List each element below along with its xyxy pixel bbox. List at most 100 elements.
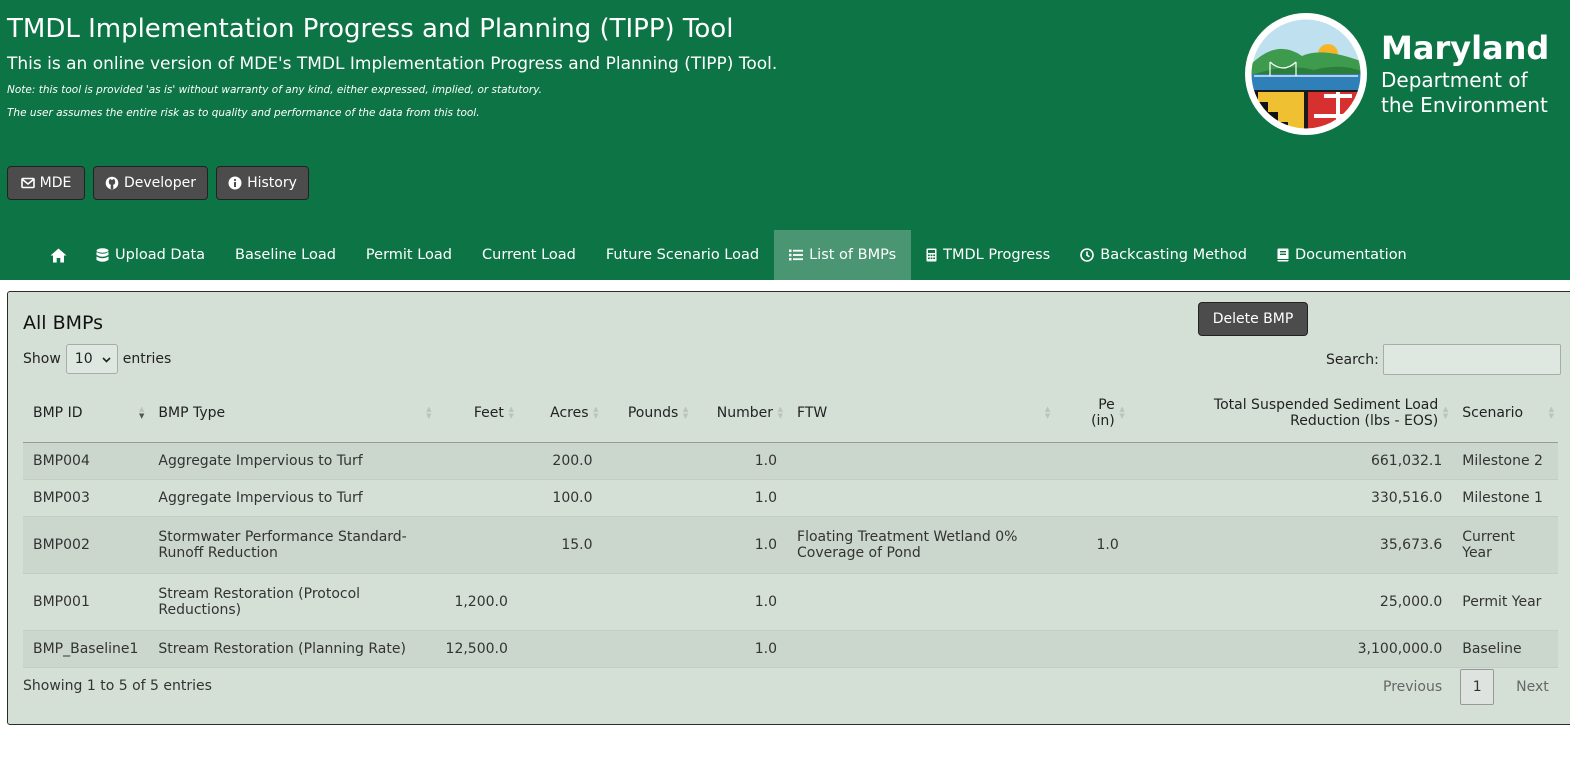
sort-icon: ▲ ▼ — [139, 404, 145, 420]
col-header-label: Feet — [473, 404, 504, 421]
table-row[interactable]: BMP001 Stream Restoration (Protocol Reduc… — [23, 573, 1558, 631]
cell-acres: 100.0 — [517, 479, 603, 517]
cell-line: Permit Year — [1462, 593, 1542, 610]
developer-button[interactable]: Developer — [93, 166, 208, 200]
nav-permit-load[interactable]: Permit Load — [351, 230, 467, 280]
search-input[interactable] — [1382, 344, 1561, 375]
cell-bmp-id: BMP001 — [23, 573, 149, 631]
col-header-label: Number — [716, 404, 774, 421]
nav-current-load[interactable]: Current Load — [467, 230, 591, 280]
cell-bmp-id: BMP004 — [23, 442, 149, 480]
brand-line-1: Maryland — [1381, 29, 1550, 67]
cell-pounds — [602, 573, 693, 631]
nav-current-load-label: Current Load — [482, 247, 576, 263]
entries-label: entries — [122, 351, 172, 367]
app-title: TMDL Implementation Progress and Plannin… — [7, 14, 734, 44]
table-row[interactable]: BMP004 Aggregate Impervious to Turf 200.… — [23, 442, 1558, 480]
nav-upload-data-label: Upload Data — [115, 247, 206, 263]
entries-select-value: 10 — [74, 351, 93, 367]
developer-button-label: Developer — [123, 175, 196, 191]
nav-tmdl-progress[interactable]: TMDL Progress — [911, 230, 1065, 280]
cell-bmp-type: Stream Restoration (Protocol Reductions) — [148, 573, 436, 631]
table-row[interactable]: BMP002 Stormwater Performance Standard- R… — [23, 516, 1558, 574]
panel-title: All BMPs — [23, 312, 104, 334]
bmp-panel: All BMPs Delete BMP Show 10 entries Sear… — [7, 291, 1570, 725]
col-header-feet[interactable]: Feet ▲ ▼ — [435, 384, 518, 443]
entries-select[interactable]: 10 — [65, 344, 118, 374]
mde-logo — [1244, 12, 1368, 136]
nav-upload-data[interactable]: Upload Data — [81, 230, 220, 280]
table-header-row: BMP ID ▲ ▼ BMP Type ▲ ▼ Feet ▲ ▼ Acres ▲ ▼ P… — [23, 384, 1558, 443]
nav-documentation-label: Documentation — [1294, 247, 1407, 263]
col-header-label: FTW — [797, 404, 828, 421]
cell-line: Year — [1462, 544, 1492, 561]
col-header-tss-reduction[interactable]: Total Suspended Sediment Load Reduction … — [1128, 384, 1453, 443]
sort-icon: ▲ ▼ — [1044, 404, 1051, 420]
agency-brand: Maryland Department of the Environment — [1381, 28, 1549, 118]
nav-documentation[interactable]: Documentation — [1262, 230, 1422, 280]
nav-backcasting-method-label: Backcasting Method — [1100, 247, 1247, 263]
cell-bmp-type: Aggregate Impervious to Turf — [148, 479, 436, 517]
database-icon — [96, 247, 109, 263]
nav-home[interactable] — [36, 230, 81, 280]
col-header-pounds[interactable]: Pounds ▲ ▼ — [602, 384, 693, 443]
col-header-number[interactable]: Number ▲ ▼ — [692, 384, 788, 443]
nav-backcasting-method[interactable]: Backcasting Method — [1065, 230, 1262, 280]
brand-line-2: Department of — [1381, 68, 1528, 92]
cell-line: Stream Restoration (Protocol — [158, 585, 361, 602]
brand-line-3: the Environment — [1381, 93, 1548, 117]
nav-baseline-load[interactable]: Baseline Load — [220, 230, 351, 280]
list-icon — [789, 249, 804, 261]
github-icon — [105, 176, 119, 190]
main-nav: Upload Data Baseline Load Permit Load Cu… — [36, 230, 1422, 280]
cell-ftw — [787, 442, 1055, 480]
cell-bmp-id: BMP_Baseline1 — [23, 630, 149, 668]
mde-button[interactable]: MDE — [7, 166, 85, 200]
cell-bmp-type: Stream Restoration (Planning Rate) — [148, 630, 436, 668]
next-button[interactable]: Next — [1506, 679, 1559, 695]
col-header-label: Acres — [550, 404, 589, 421]
col-header-pe[interactable]: Pe (in) ▲ ▼ — [1054, 384, 1129, 443]
cell-pounds — [602, 630, 693, 668]
col-header-scenario[interactable]: Scenario ▲ ▼ — [1452, 384, 1558, 443]
page-1-button[interactable]: 1 — [1460, 669, 1495, 705]
cell-number: 1.0 — [692, 442, 788, 480]
sort-icon: ▲ ▼ — [682, 404, 689, 420]
envelope-icon — [20, 177, 35, 189]
col-header-label-line1: Pe — [1098, 396, 1115, 413]
nav-list-of-bmps[interactable]: List of BMPs — [774, 230, 912, 280]
cell-pe — [1054, 573, 1129, 631]
app-subtitle: This is an online version of MDE's TMDL … — [7, 54, 778, 74]
calculator-icon — [926, 248, 937, 262]
cell-line: Milestone 2 — [1462, 452, 1543, 469]
cell-acres — [517, 630, 603, 668]
history-button[interactable]: History — [216, 166, 309, 200]
entries-length-control: Show 10 entries — [23, 344, 171, 374]
table-row[interactable]: BMP003 Aggregate Impervious to Turf 100.… — [23, 479, 1558, 517]
cell-number: 1.0 — [692, 516, 788, 574]
previous-button[interactable]: Previous — [1373, 679, 1452, 695]
nav-tmdl-progress-label: TMDL Progress — [943, 247, 1051, 263]
col-header-label-line2: Reduction (lbs - EOS) — [1290, 412, 1439, 429]
cell-line: Milestone 1 — [1462, 489, 1543, 506]
cell-number: 1.0 — [692, 630, 788, 668]
col-header-label-line1: Total Suspended Sediment Load — [1213, 396, 1439, 413]
cell-pe — [1054, 630, 1129, 668]
bmp-table: BMP ID ▲ ▼ BMP Type ▲ ▼ Feet ▲ ▼ Acres ▲ ▼ P… — [23, 384, 1558, 668]
sort-icon: ▲ ▼ — [426, 404, 432, 420]
nav-future-scenario-load[interactable]: Future Scenario Load — [591, 230, 774, 280]
cell-pe: 1.0 — [1054, 516, 1129, 574]
cell-number: 1.0 — [692, 479, 788, 517]
cell-acres: 200.0 — [517, 442, 603, 480]
col-header-ftw[interactable]: FTW ▲ ▼ — [787, 384, 1055, 443]
col-header-acres[interactable]: Acres ▲ ▼ — [517, 384, 603, 443]
col-header-bmp-id[interactable]: BMP ID ▲ ▼ — [23, 384, 149, 443]
nav-list-of-bmps-label: List of BMPs — [809, 247, 897, 263]
home-icon — [50, 248, 67, 263]
search-label: Search: — [1326, 351, 1379, 368]
delete-bmp-button[interactable]: Delete BMP — [1198, 302, 1308, 336]
book-icon — [1277, 248, 1289, 262]
col-header-bmp-type[interactable]: BMP Type ▲ ▼ — [148, 384, 436, 443]
table-search: Search: — [1326, 344, 1561, 375]
table-row[interactable]: BMP_Baseline1 Stream Restoration (Planni… — [23, 630, 1558, 668]
